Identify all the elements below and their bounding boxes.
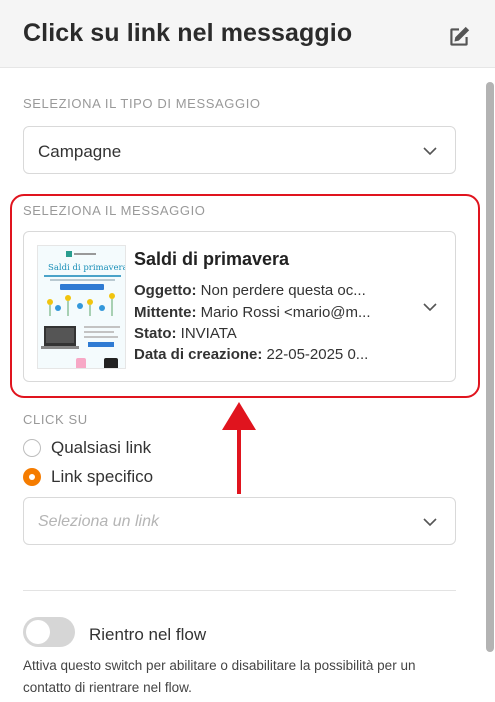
message-status: Stato: INVIATA bbox=[134, 325, 237, 342]
message-created: Data di creazione: 22-05-2025 0... bbox=[134, 346, 369, 363]
scrollbar[interactable] bbox=[486, 82, 494, 652]
divider bbox=[23, 590, 456, 591]
svg-text:Saldi di primavera: Saldi di primavera bbox=[48, 263, 126, 273]
reentry-help-text: Attiva questo switch per abilitare o dis… bbox=[23, 658, 416, 695]
message-title: Saldi di primavera bbox=[134, 249, 290, 269]
message-type-value: Campagne bbox=[38, 142, 122, 161]
radio-button[interactable] bbox=[23, 439, 41, 457]
reentry-label: Rientro nel flow bbox=[89, 625, 207, 644]
link-select[interactable]: Seleziona un link bbox=[23, 497, 456, 545]
radio-specific-link[interactable]: Link specifico bbox=[23, 466, 153, 488]
radio-button-selected[interactable] bbox=[23, 468, 41, 486]
toggle-knob bbox=[26, 620, 50, 644]
radio-label: Link specifico bbox=[51, 467, 154, 486]
click-on-label: CLICK SU bbox=[23, 412, 88, 427]
message-type-select[interactable]: Campagne bbox=[23, 126, 456, 174]
message-thumbnail: Saldi di primavera bbox=[37, 245, 126, 369]
panel-header: Click su link nel messaggio bbox=[0, 0, 495, 68]
message-sender: Mittente: Mario Rossi <mario@m... bbox=[134, 304, 371, 321]
message-select-card[interactable]: Saldi di primavera Saldi di primavera Og… bbox=[23, 231, 456, 382]
chevron-down-icon bbox=[423, 518, 437, 527]
message-select-label: SELEZIONA IL MESSAGGIO bbox=[23, 203, 206, 218]
edit-icon[interactable] bbox=[446, 24, 472, 50]
chevron-down-icon bbox=[423, 147, 437, 156]
link-select-placeholder: Seleziona un link bbox=[38, 513, 159, 530]
chevron-down-icon bbox=[423, 303, 437, 312]
radio-label: Qualsiasi link bbox=[51, 438, 152, 457]
message-type-label: SELEZIONA IL TIPO DI MESSAGGIO bbox=[23, 96, 261, 111]
panel-title: Click su link nel messaggio bbox=[23, 19, 353, 47]
message-subject: Oggetto: Non perdere questa oc... bbox=[134, 282, 366, 299]
radio-any-link[interactable]: Qualsiasi link bbox=[23, 437, 151, 459]
reentry-toggle[interactable] bbox=[23, 617, 75, 647]
red-arrow-annotation bbox=[222, 402, 256, 494]
